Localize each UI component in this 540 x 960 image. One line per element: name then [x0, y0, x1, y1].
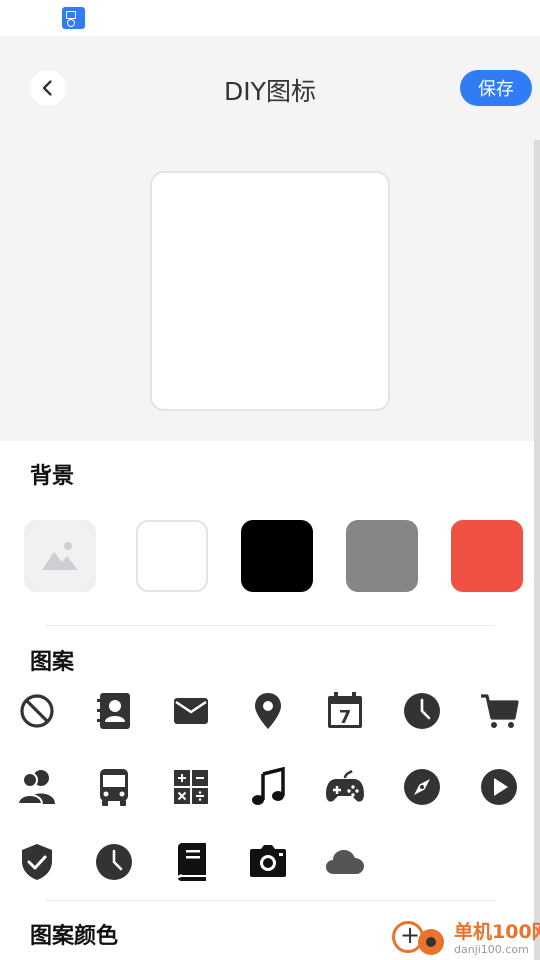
pattern-clock[interactable] — [399, 688, 445, 734]
watermark-logo-icon-2 — [418, 929, 444, 955]
pattern-users[interactable] — [14, 764, 60, 810]
pattern-bus[interactable] — [91, 764, 137, 810]
divider — [45, 625, 495, 626]
clock-icon — [96, 844, 132, 880]
pattern-contacts[interactable] — [91, 688, 137, 734]
play-icon — [481, 769, 517, 805]
compass-icon — [404, 769, 440, 805]
pattern-color-section-title: 图案颜色 — [30, 924, 119, 949]
cart-icon — [481, 694, 519, 728]
pattern-calendar[interactable]: 7 — [322, 688, 368, 734]
pattern-section-title: 图案 — [30, 650, 75, 675]
status-bar — [0, 0, 540, 36]
pattern-mail[interactable] — [168, 688, 214, 734]
book-icon — [177, 843, 206, 881]
icon-preview-canvas — [150, 171, 390, 411]
mail-icon — [174, 698, 208, 724]
background-swatch-white[interactable] — [136, 520, 208, 592]
image-icon — [42, 542, 78, 570]
preview-area: DIY图标 保存 — [0, 36, 540, 441]
shield-check-icon — [22, 844, 52, 880]
clock-icon — [404, 693, 440, 729]
location-pin-icon — [255, 693, 281, 729]
pattern-gamepad[interactable] — [322, 764, 368, 810]
pattern-clock-2[interactable] — [91, 839, 137, 885]
background-section-title: 背景 — [30, 464, 75, 489]
pattern-camera[interactable] — [245, 839, 291, 885]
pattern-calculator[interactable] — [168, 764, 214, 810]
calendar-icon: 7 — [328, 692, 362, 728]
background-swatch-gray[interactable] — [346, 520, 418, 592]
app-notification-icon — [62, 7, 85, 29]
calculator-icon — [174, 770, 208, 804]
watermark: 单机100网 danji100.com — [392, 915, 540, 960]
pattern-cart[interactable] — [476, 688, 522, 734]
camera-icon — [250, 845, 286, 877]
ban-icon — [20, 694, 54, 728]
divider — [45, 900, 495, 901]
pattern-ban[interactable] — [14, 688, 60, 734]
users-icon — [16, 770, 55, 805]
watermark-name: 单机100网 — [454, 921, 540, 943]
bus-icon — [100, 769, 128, 806]
background-swatch-black[interactable] — [241, 520, 313, 592]
gamepad-icon — [326, 769, 364, 802]
background-image-option[interactable] — [24, 520, 96, 592]
pattern-play[interactable] — [476, 764, 522, 810]
watermark-url: danji100.com — [454, 943, 529, 956]
page-title: DIY图标 — [224, 77, 316, 106]
contacts-icon — [97, 693, 130, 729]
scrollbar[interactable] — [534, 140, 540, 960]
pattern-cloud[interactable] — [322, 839, 368, 885]
music-note-icon — [252, 766, 285, 805]
pattern-music[interactable] — [245, 764, 291, 810]
background-swatch-red[interactable] — [451, 520, 523, 592]
pattern-book[interactable] — [168, 839, 214, 885]
pattern-shield[interactable] — [14, 839, 60, 885]
calendar-day-number: 7 — [339, 707, 352, 728]
save-button[interactable]: 保存 — [460, 70, 532, 106]
cloud-icon — [326, 850, 364, 874]
pattern-location[interactable] — [245, 688, 291, 734]
pattern-compass[interactable] — [399, 764, 445, 810]
